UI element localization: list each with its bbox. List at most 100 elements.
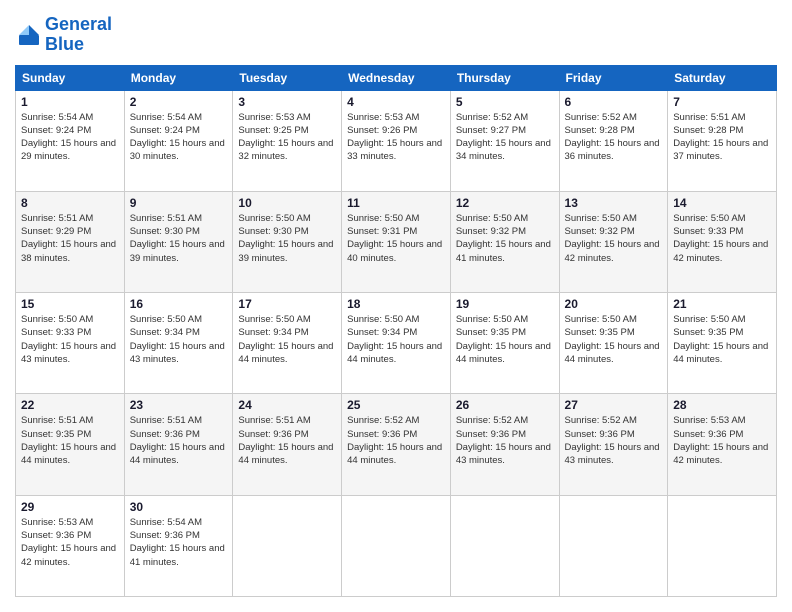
day-info: Sunrise: 5:52 AMSunset: 9:36 PMDaylight:… (565, 414, 663, 467)
day-number: 29 (21, 500, 119, 514)
day-number: 4 (347, 95, 445, 109)
calendar-cell (233, 495, 342, 596)
day-info: Sunrise: 5:50 AMSunset: 9:35 PMDaylight:… (565, 313, 663, 366)
calendar-cell: 10 Sunrise: 5:50 AMSunset: 9:30 PMDayligh… (233, 191, 342, 292)
calendar-cell: 22 Sunrise: 5:51 AMSunset: 9:35 PMDayligh… (16, 394, 125, 495)
calendar-cell: 11 Sunrise: 5:50 AMSunset: 9:31 PMDayligh… (342, 191, 451, 292)
calendar-cell: 20 Sunrise: 5:50 AMSunset: 9:35 PMDayligh… (559, 293, 668, 394)
day-info: Sunrise: 5:50 AMSunset: 9:33 PMDaylight:… (21, 313, 119, 366)
day-info: Sunrise: 5:51 AMSunset: 9:36 PMDaylight:… (238, 414, 336, 467)
day-info: Sunrise: 5:53 AMSunset: 9:36 PMDaylight:… (673, 414, 771, 467)
day-info: Sunrise: 5:50 AMSunset: 9:30 PMDaylight:… (238, 212, 336, 265)
calendar-cell: 15 Sunrise: 5:50 AMSunset: 9:33 PMDayligh… (16, 293, 125, 394)
day-number: 26 (456, 398, 554, 412)
day-number: 16 (130, 297, 228, 311)
day-number: 11 (347, 196, 445, 210)
day-number: 25 (347, 398, 445, 412)
day-info: Sunrise: 5:50 AMSunset: 9:35 PMDaylight:… (456, 313, 554, 366)
weekday-header-friday: Friday (559, 65, 668, 90)
calendar-cell: 13Sunrise: 5:50 AMSunset: 9:32 PMDayligh… (559, 191, 668, 292)
calendar-cell: 29Sunrise: 5:53 AMSunset: 9:36 PMDayligh… (16, 495, 125, 596)
calendar-cell: 6 Sunrise: 5:52 AMSunset: 9:28 PMDaylight… (559, 90, 668, 191)
logo-general: General (45, 14, 112, 34)
day-info: Sunrise: 5:52 AMSunset: 9:27 PMDaylight:… (456, 111, 554, 164)
day-number: 28 (673, 398, 771, 412)
day-number: 9 (130, 196, 228, 210)
weekday-header-thursday: Thursday (450, 65, 559, 90)
calendar-cell: 25 Sunrise: 5:52 AMSunset: 9:36 PMDayligh… (342, 394, 451, 495)
calendar-cell: 8 Sunrise: 5:51 AMSunset: 9:29 PMDaylight… (16, 191, 125, 292)
calendar-cell: 14 Sunrise: 5:50 AMSunset: 9:33 PMDayligh… (668, 191, 777, 292)
day-number: 19 (456, 297, 554, 311)
calendar-cell (342, 495, 451, 596)
calendar-cell: 7Sunrise: 5:51 AMSunset: 9:28 PMDaylight… (668, 90, 777, 191)
day-info: Sunrise: 5:53 AMSunset: 9:25 PMDaylight:… (238, 111, 336, 164)
day-info: Sunrise: 5:51 AMSunset: 9:35 PMDaylight:… (21, 414, 119, 467)
calendar-cell: 12Sunrise: 5:50 AMSunset: 9:32 PMDayligh… (450, 191, 559, 292)
day-number: 10 (238, 196, 336, 210)
day-info: Sunrise: 5:51 AMSunset: 9:36 PMDaylight:… (130, 414, 228, 467)
day-number: 18 (347, 297, 445, 311)
logo-blue: Blue (45, 34, 84, 54)
calendar-cell: 19 Sunrise: 5:50 AMSunset: 9:35 PMDayligh… (450, 293, 559, 394)
weekday-header-sunday: Sunday (16, 65, 125, 90)
calendar: SundayMondayTuesdayWednesdayThursdayFrid… (15, 65, 777, 597)
calendar-cell: 26 Sunrise: 5:52 AMSunset: 9:36 PMDayligh… (450, 394, 559, 495)
logo: General Blue (15, 15, 112, 55)
header: General Blue (15, 15, 777, 55)
day-number: 30 (130, 500, 228, 514)
day-info: Sunrise: 5:50 AMSunset: 9:32 PMDaylight:… (456, 212, 554, 265)
calendar-cell: 21 Sunrise: 5:50 AMSunset: 9:35 PMDayligh… (668, 293, 777, 394)
calendar-cell: 3 Sunrise: 5:53 AMSunset: 9:25 PMDaylight… (233, 90, 342, 191)
day-number: 5 (456, 95, 554, 109)
calendar-cell (450, 495, 559, 596)
day-number: 17 (238, 297, 336, 311)
calendar-cell: 30 Sunrise: 5:54 AMSunset: 9:36 PMDayligh… (124, 495, 233, 596)
day-number: 22 (21, 398, 119, 412)
calendar-cell: 24Sunrise: 5:51 AMSunset: 9:36 PMDayligh… (233, 394, 342, 495)
day-number: 1 (21, 95, 119, 109)
day-info: Sunrise: 5:50 AMSunset: 9:34 PMDaylight:… (238, 313, 336, 366)
day-info: Sunrise: 5:50 AMSunset: 9:35 PMDaylight:… (673, 313, 771, 366)
calendar-cell: 5 Sunrise: 5:52 AMSunset: 9:27 PMDaylight… (450, 90, 559, 191)
weekday-header-monday: Monday (124, 65, 233, 90)
day-number: 8 (21, 196, 119, 210)
day-info: Sunrise: 5:51 AMSunset: 9:30 PMDaylight:… (130, 212, 228, 265)
calendar-cell: 9 Sunrise: 5:51 AMSunset: 9:30 PMDaylight… (124, 191, 233, 292)
day-info: Sunrise: 5:54 AMSunset: 9:24 PMDaylight:… (130, 111, 228, 164)
day-number: 2 (130, 95, 228, 109)
day-number: 20 (565, 297, 663, 311)
day-info: Sunrise: 5:50 AMSunset: 9:31 PMDaylight:… (347, 212, 445, 265)
calendar-cell: 1 Sunrise: 5:54 AMSunset: 9:24 PMDaylight… (16, 90, 125, 191)
day-number: 27 (565, 398, 663, 412)
day-info: Sunrise: 5:54 AMSunset: 9:24 PMDaylight:… (21, 111, 119, 164)
calendar-cell: 16 Sunrise: 5:50 AMSunset: 9:34 PMDayligh… (124, 293, 233, 394)
day-info: Sunrise: 5:51 AMSunset: 9:28 PMDaylight:… (673, 111, 771, 164)
weekday-header-tuesday: Tuesday (233, 65, 342, 90)
day-info: Sunrise: 5:50 AMSunset: 9:34 PMDaylight:… (347, 313, 445, 366)
day-number: 23 (130, 398, 228, 412)
weekday-header-saturday: Saturday (668, 65, 777, 90)
day-number: 15 (21, 297, 119, 311)
calendar-cell: 17 Sunrise: 5:50 AMSunset: 9:34 PMDayligh… (233, 293, 342, 394)
calendar-cell (559, 495, 668, 596)
day-info: Sunrise: 5:52 AMSunset: 9:36 PMDaylight:… (347, 414, 445, 467)
calendar-cell: 28 Sunrise: 5:53 AMSunset: 9:36 PMDayligh… (668, 394, 777, 495)
day-info: Sunrise: 5:52 AMSunset: 9:36 PMDaylight:… (456, 414, 554, 467)
calendar-cell (668, 495, 777, 596)
calendar-cell: 27 Sunrise: 5:52 AMSunset: 9:36 PMDayligh… (559, 394, 668, 495)
day-info: Sunrise: 5:52 AMSunset: 9:28 PMDaylight:… (565, 111, 663, 164)
day-info: Sunrise: 5:50 AMSunset: 9:33 PMDaylight:… (673, 212, 771, 265)
logo-icon (15, 21, 43, 49)
calendar-cell: 2 Sunrise: 5:54 AMSunset: 9:24 PMDaylight… (124, 90, 233, 191)
day-info: Sunrise: 5:54 AMSunset: 9:36 PMDaylight:… (130, 516, 228, 569)
logo-text: General Blue (45, 15, 112, 55)
day-info: Sunrise: 5:51 AMSunset: 9:29 PMDaylight:… (21, 212, 119, 265)
weekday-header-wednesday: Wednesday (342, 65, 451, 90)
day-number: 6 (565, 95, 663, 109)
day-number: 3 (238, 95, 336, 109)
day-number: 21 (673, 297, 771, 311)
page: General Blue SundayMondayTuesdayWednesda… (0, 0, 792, 612)
day-info: Sunrise: 5:50 AMSunset: 9:34 PMDaylight:… (130, 313, 228, 366)
day-number: 14 (673, 196, 771, 210)
